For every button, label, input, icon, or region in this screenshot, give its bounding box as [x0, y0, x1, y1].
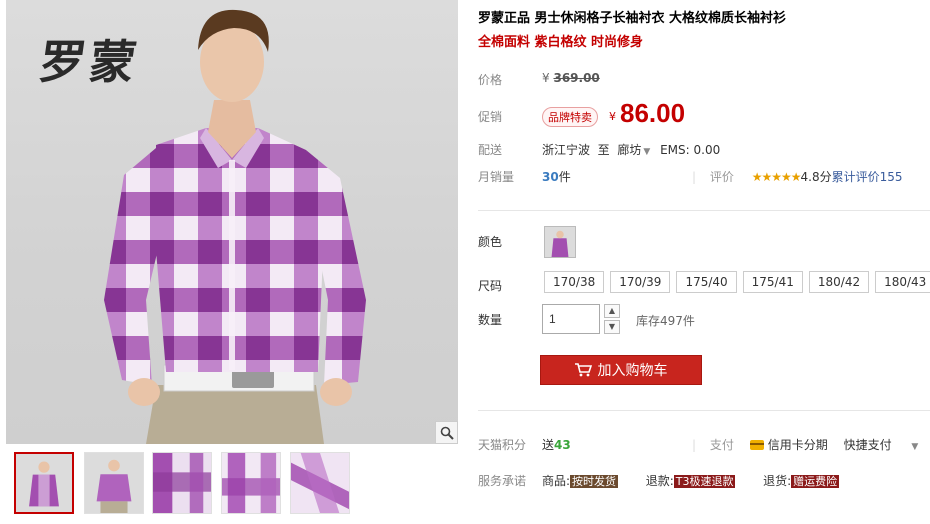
payment-label: 支付	[709, 438, 734, 452]
monthly-sales-count: 30	[542, 170, 559, 184]
credit-card-icon	[749, 440, 764, 450]
return-insurance-badge[interactable]: 赠运费险	[791, 475, 840, 488]
monthly-sales: 30件	[542, 168, 571, 185]
quick-pay-option[interactable]: 快捷支付	[844, 438, 892, 452]
original-price-value: 369.00	[553, 71, 600, 85]
service-promise-label: 服务承诺	[478, 474, 527, 488]
thumbnail-4[interactable]	[221, 452, 281, 514]
credit-installment-option[interactable]: 信用卡分期	[768, 438, 828, 452]
product-info-panel: 罗蒙正品 男士休闲格子长袖衬衣 大格纹棉质长袖衬衫 全棉面料 紫白格纹 时尚修身…	[478, 0, 930, 524]
size-label: 尺码	[478, 279, 503, 293]
shipping-label: 配送	[478, 143, 503, 157]
main-product-image[interactable]: 罗蒙	[6, 0, 458, 444]
rating-summary: | 评价 ★★★★★4.8分累计评价155	[692, 168, 903, 185]
payment-options: | 支付 信用卡分期 快捷支付 ▼	[692, 436, 918, 453]
ship-to-select[interactable]: 廊坊	[617, 143, 641, 157]
original-price: ¥ 369.00	[542, 71, 600, 85]
return-label: 退货:	[763, 474, 792, 488]
product-gallery: 罗蒙	[6, 0, 458, 524]
price-box: 价格 ¥ 369.00 促销 品牌特卖 ¥ 86.00 配送 浙江宁波 至 廊坊…	[478, 60, 930, 204]
quantity-input[interactable]	[542, 304, 600, 334]
chevron-up-icon[interactable]: ▲	[604, 304, 620, 318]
chevron-down-icon[interactable]: ▼	[643, 147, 650, 157]
add-to-cart-button[interactable]: 加入购物车	[540, 355, 702, 385]
service-promises: 商品: 按时发货 退款: T3极速退款 退货: 赠运费险	[542, 472, 840, 489]
monthly-sales-label: 月销量	[478, 170, 515, 184]
size-option[interactable]: 175/40	[676, 271, 737, 293]
review-count-link[interactable]: 累计评价155	[832, 170, 903, 184]
thumbnail-1[interactable]	[14, 452, 74, 514]
color-label: 颜色	[478, 235, 503, 249]
divider: |	[692, 170, 697, 184]
quantity-label: 数量	[478, 313, 503, 327]
divider	[478, 410, 930, 411]
tmall-points-label: 天猫积分	[478, 438, 527, 452]
divider	[478, 210, 930, 211]
product-title: 罗蒙正品 男士休闲格子长袖衬衣 大格纹棉质长袖衬衫	[478, 11, 787, 26]
thumbnail-2[interactable]	[84, 452, 144, 514]
ship-from: 浙江宁波	[542, 143, 591, 157]
ship-to-word: 至	[597, 143, 610, 157]
rating-label: 评价	[709, 170, 734, 184]
size-option[interactable]: 170/38	[544, 271, 605, 293]
quantity-stepper: ▲ ▼	[604, 304, 620, 334]
price-label: 价格	[478, 73, 503, 87]
thumbnail-strip	[6, 452, 458, 518]
on-time-shipping-badge[interactable]: 按时发货	[570, 475, 619, 488]
product-subtitle: 全棉面料 紫白格纹 时尚修身	[478, 35, 644, 50]
rating-score: 4.8分	[800, 170, 832, 184]
tmall-points: 送43	[542, 436, 571, 453]
size-option[interactable]: 180/42	[808, 271, 870, 293]
size-options: 170/38 170/39 175/40 175/41 180/42 180/4…	[544, 271, 930, 293]
fast-refund-badge[interactable]: T3极速退款	[673, 475, 736, 488]
tmall-points-prefix: 送	[542, 438, 555, 452]
zoom-icon[interactable]	[435, 421, 458, 444]
promo-label: 促销	[478, 110, 503, 124]
sale-price-currency: ¥	[609, 110, 616, 123]
goods-label: 商品:	[542, 474, 571, 488]
original-price-currency: ¥	[542, 71, 550, 85]
shopping-cart-icon	[574, 363, 592, 377]
stock-count: 库存497件	[636, 314, 695, 328]
chevron-down-icon[interactable]: ▼	[911, 442, 918, 452]
sale-price: 86.00	[620, 98, 686, 128]
add-to-cart-label: 加入购物车	[597, 363, 668, 379]
size-option[interactable]: 180/43	[875, 271, 930, 293]
size-option[interactable]: 170/39	[610, 271, 671, 293]
thumbnail-3[interactable]	[152, 452, 212, 514]
divider: |	[692, 438, 697, 452]
brand-logo: 罗蒙	[35, 35, 144, 89]
color-swatch-purple[interactable]	[544, 226, 576, 258]
chevron-down-icon[interactable]: ▼	[604, 320, 620, 334]
promo-tag: 品牌特卖	[542, 107, 598, 127]
monthly-sales-unit: 件	[558, 170, 571, 184]
refund-label: 退款:	[645, 474, 674, 488]
size-option[interactable]: 175/41	[742, 271, 803, 293]
shipping-info: 浙江宁波 至 廊坊 ▼ EMS: 0.00	[542, 141, 720, 158]
thumbnail-5[interactable]	[290, 452, 350, 514]
ems-fee: EMS: 0.00	[660, 143, 721, 157]
tmall-points-value: 43	[554, 438, 571, 452]
star-rating-icon: ★★★★★	[751, 170, 802, 184]
